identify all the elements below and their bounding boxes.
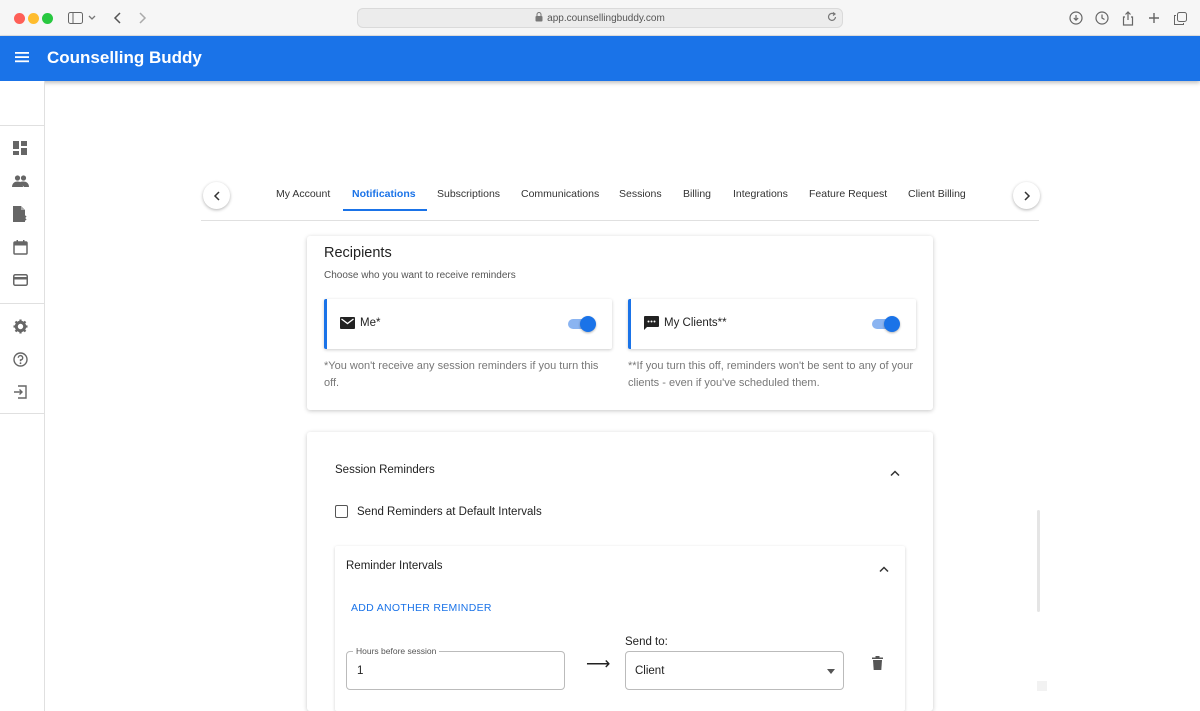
chevron-up-icon[interactable]	[878, 560, 892, 574]
recipient-me: Me*	[324, 299, 612, 349]
recipient-clients: My Clients**	[628, 299, 916, 349]
arrow-right-icon: ⟶	[586, 654, 611, 673]
url-text: app.counsellingbuddy.com	[547, 12, 665, 24]
default-intervals-row[interactable]: Send Reminders at Default Intervals	[335, 505, 542, 518]
tab-sessions[interactable]: Sessions	[619, 188, 662, 200]
sidebar	[0, 81, 45, 711]
tab-feature-request[interactable]: Feature Request	[809, 188, 887, 200]
hours-before-session-field[interactable]: Hours before session 1	[346, 646, 565, 690]
tab-notifications[interactable]: Notifications	[352, 188, 416, 200]
share-icon[interactable]	[1119, 9, 1137, 27]
hours-before-session-label: Hours before session	[353, 646, 440, 656]
recipients-title: Recipients	[324, 245, 392, 261]
send-to-value: Client	[635, 665, 665, 677]
browser-toolbar: app.counsellingbuddy.com	[0, 0, 1200, 36]
calendar-icon[interactable]	[11, 238, 29, 256]
address-bar[interactable]: app.counsellingbuddy.com	[357, 8, 843, 28]
help-icon[interactable]	[11, 350, 29, 368]
tab-overview-icon[interactable]	[1171, 9, 1189, 27]
message-icon	[644, 316, 660, 332]
reload-icon[interactable]	[826, 11, 838, 26]
dashboard-icon[interactable]	[11, 139, 29, 157]
minimize-window-button[interactable]	[28, 13, 39, 24]
new-tab-icon[interactable]	[1145, 9, 1163, 27]
send-to-select[interactable]: Client	[625, 651, 844, 690]
notes-icon[interactable]	[11, 205, 29, 223]
tabs-scroll-right-button[interactable]	[1013, 182, 1040, 209]
zoom-window-button[interactable]	[42, 13, 53, 24]
recipient-clients-toggle[interactable]	[872, 316, 900, 332]
tabs-scroll-left-button[interactable]	[203, 182, 230, 209]
settings-tabs: My Account Notifications Subscriptions C…	[201, 180, 1040, 221]
tab-integrations[interactable]: Integrations	[733, 188, 788, 200]
recipients-card: Recipients Choose who you want to receiv…	[307, 236, 933, 410]
app-bar: Counselling Buddy	[0, 36, 1200, 81]
sidebar-divider	[0, 303, 44, 304]
dropdown-arrow-icon	[827, 669, 835, 674]
chevron-down-icon[interactable]	[86, 9, 98, 27]
tab-communications[interactable]: Communications	[521, 188, 599, 200]
send-to-label: Send to:	[625, 636, 668, 648]
billing-icon[interactable]	[11, 271, 29, 289]
chevron-left-icon	[213, 190, 220, 201]
chevron-up-icon[interactable]	[889, 464, 903, 478]
settings-icon[interactable]	[11, 317, 29, 335]
active-tab-indicator	[343, 209, 427, 211]
tab-billing[interactable]: Billing	[683, 188, 711, 200]
recipient-clients-label: My Clients**	[664, 317, 727, 329]
menu-icon[interactable]	[15, 50, 31, 66]
back-icon[interactable]	[109, 9, 127, 27]
chevron-right-icon	[1023, 190, 1030, 201]
sidebar-divider	[0, 413, 44, 414]
scroll-corner	[1037, 681, 1047, 691]
reminder-intervals-title[interactable]: Reminder Intervals	[346, 560, 443, 572]
recipients-subtitle: Choose who you want to receive reminders	[324, 270, 516, 281]
tab-client-billing[interactable]: Client Billing	[908, 188, 966, 200]
scrollbar[interactable]	[1037, 510, 1040, 612]
downloads-icon[interactable]	[1067, 9, 1085, 27]
recipient-me-label: Me*	[360, 317, 381, 329]
default-intervals-label: Send Reminders at Default Intervals	[357, 505, 542, 518]
clients-icon[interactable]	[11, 172, 29, 190]
logout-icon[interactable]	[11, 383, 29, 401]
history-icon[interactable]	[1093, 9, 1111, 27]
reminder-intervals-accordion: Reminder Intervals ADD ANOTHER REMINDER …	[335, 546, 905, 711]
forward-icon[interactable]	[133, 9, 151, 27]
tab-subscriptions[interactable]: Subscriptions	[437, 188, 500, 200]
recipient-me-note: *You won't receive any session reminders…	[324, 360, 599, 389]
session-reminders-card: Session Reminders Send Reminders at Defa…	[307, 432, 933, 711]
add-another-reminder-button[interactable]: ADD ANOTHER REMINDER	[351, 602, 492, 614]
tab-my-account[interactable]: My Account	[276, 188, 330, 200]
app-title: Counselling Buddy	[47, 48, 202, 67]
sidebar-toggle-icon[interactable]	[66, 9, 84, 27]
session-reminders-title[interactable]: Session Reminders	[335, 464, 435, 476]
email-icon	[340, 316, 356, 332]
hours-before-session-value: 1	[357, 665, 364, 677]
sidebar-divider	[0, 125, 44, 126]
close-window-button[interactable]	[14, 13, 25, 24]
recipient-clients-note: **If you turn this off, reminders won't …	[628, 360, 913, 389]
default-intervals-checkbox[interactable]	[335, 505, 348, 518]
recipient-me-toggle[interactable]	[568, 316, 596, 332]
delete-icon[interactable]	[872, 656, 886, 672]
session-reminders-accordion: Session Reminders Send Reminders at Defa…	[324, 450, 916, 711]
lock-icon	[535, 11, 543, 25]
